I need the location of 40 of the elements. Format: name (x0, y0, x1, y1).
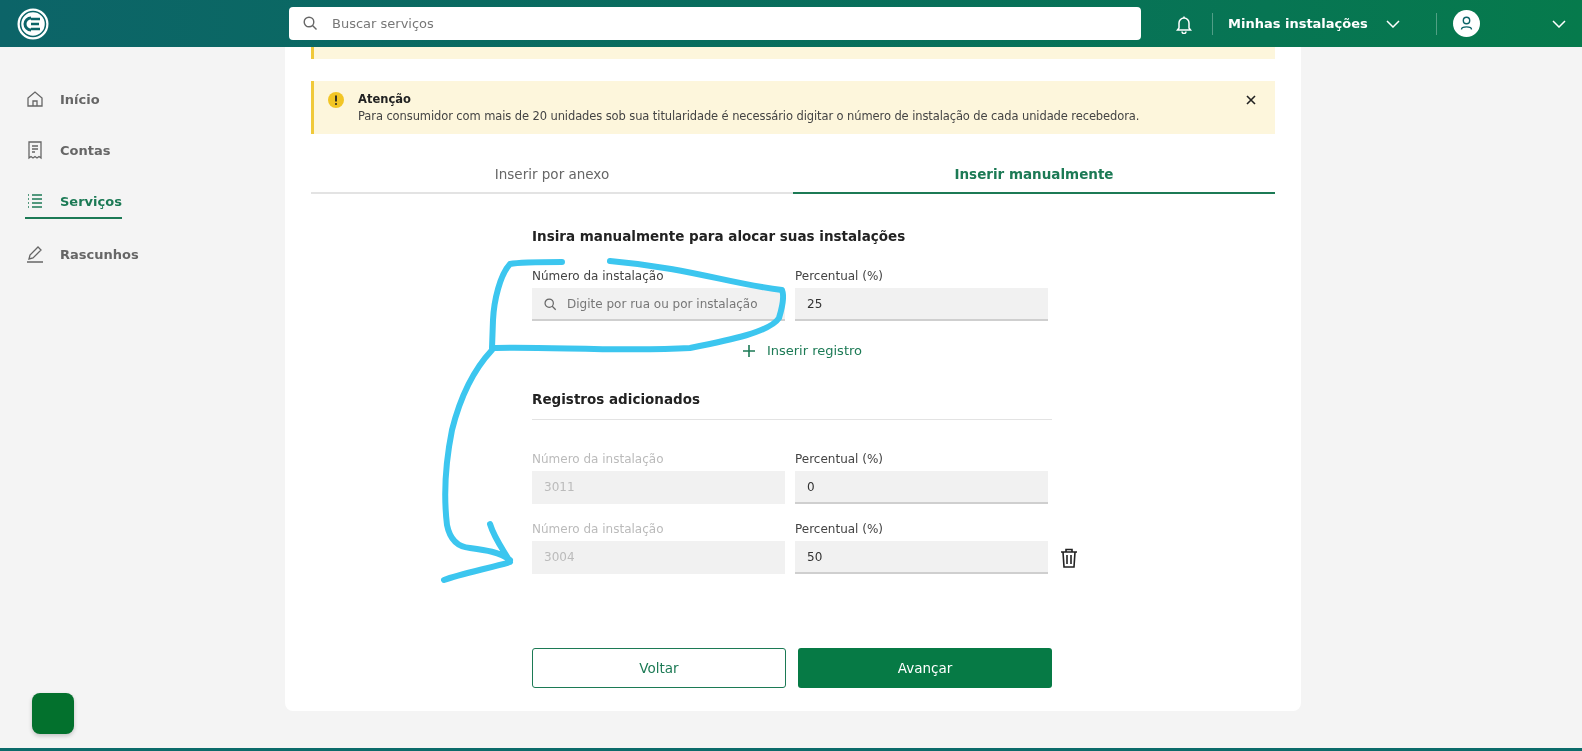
tab[interactable]: Inserir por anexo (311, 154, 793, 194)
section-heading: Insira manualmente para alocar suas instalações (532, 228, 907, 244)
field-label: Número da instalação (532, 452, 665, 466)
avatar-icon[interactable] (1452, 10, 1480, 37)
insert-record-link[interactable]: Inserir registro (742, 339, 862, 362)
percent-field[interactable]: 50 (795, 541, 1048, 574)
chevron-down-icon[interactable] (1552, 19, 1566, 28)
pencil-icon (25, 244, 45, 264)
home-icon (25, 89, 45, 109)
sidebar-item[interactable]: Contas (25, 134, 111, 166)
search-icon (544, 298, 557, 311)
field-label: Número da instalação (532, 269, 665, 283)
chevron-down-icon (1385, 19, 1400, 28)
percent-field[interactable]: 25 (795, 288, 1048, 321)
section-heading: Registros adicionados (532, 391, 1052, 420)
installation-search-field[interactable]: Digite por rua ou por instalação (532, 288, 785, 321)
percent-field[interactable]: 0 (795, 471, 1048, 504)
sidebar-item[interactable]: Rascunhos (25, 238, 139, 270)
logo-icon[interactable] (16, 6, 50, 41)
installations-menu[interactable]: Minhas instalações (1228, 16, 1400, 31)
close-button[interactable] (1245, 94, 1257, 106)
field-label: Percentual (%) (795, 522, 885, 536)
search-field[interactable]: Buscar serviços (289, 7, 1141, 40)
receipt-icon (25, 140, 45, 160)
chat-button[interactable] (32, 693, 74, 734)
field-label: Percentual (%) (795, 269, 885, 283)
list-icon (25, 191, 45, 211)
field-label: Número da instalação (532, 522, 665, 536)
trash-icon[interactable] (1060, 548, 1078, 568)
search-icon (303, 16, 318, 31)
warning-icon (328, 92, 344, 108)
next-button[interactable]: Avançar (798, 648, 1052, 688)
sidebar-item[interactable]: Serviços (25, 185, 122, 219)
plus-icon (742, 344, 755, 357)
alert-message: Para consumidor com mais de 20 unidades sob sua titularidade é necessário digitar o número de instalação de cada unidade recebedora. (358, 109, 1141, 123)
alert-title: Atenção (358, 92, 412, 106)
field-label: Percentual (%) (795, 452, 885, 466)
tab[interactable]: Inserir manualmente (793, 154, 1275, 194)
sidebar-item[interactable]: Início (25, 83, 100, 115)
back-button[interactable]: Voltar (532, 648, 786, 688)
